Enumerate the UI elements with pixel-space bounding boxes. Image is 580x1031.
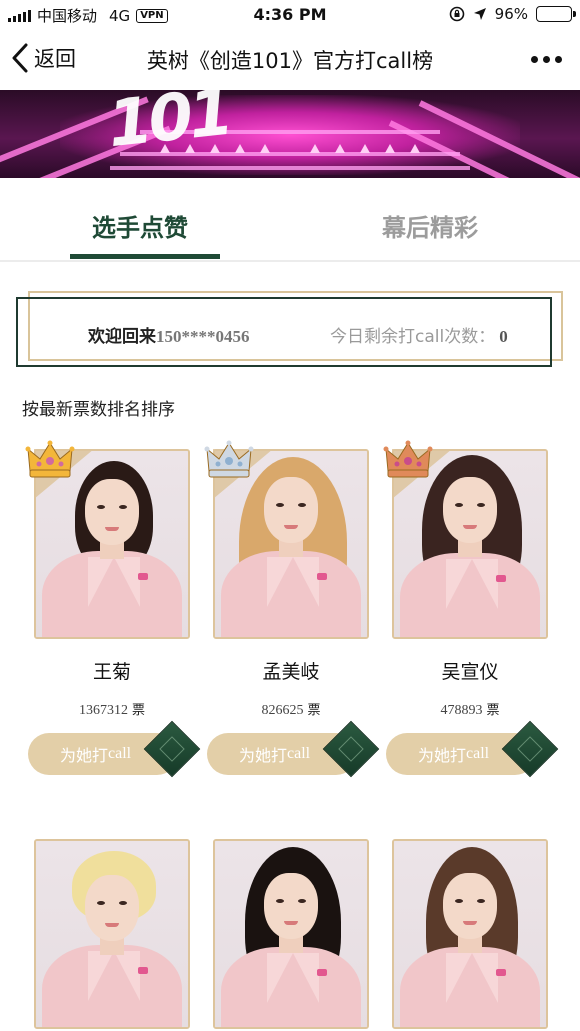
status-bar: 中国移动 4G VPN 4:36 PM 96% [0, 0, 580, 30]
back-button[interactable]: 返回 [10, 42, 76, 74]
call-button-prefix: 为她打 [418, 746, 467, 765]
vote-number: 1367312 [78, 703, 128, 718]
tab-behind-the-scenes[interactable]: 幕后精彩 [382, 208, 478, 243]
remaining-calls-label: 今日剩余打call次数： [330, 327, 496, 347]
rotation-lock-icon [449, 6, 464, 22]
vote-unit: 票 [486, 703, 500, 718]
tab-bar: 选手点赞 幕后精彩 [0, 178, 580, 262]
vote-count: 1367312 票 [24, 699, 200, 719]
user-phone: 150****0456 [156, 327, 250, 346]
contestant-photo[interactable] [34, 839, 190, 1029]
nav-bar: 返回 英树《创造101》官方打call榜 [0, 30, 580, 90]
vote-number: 478893 [440, 703, 483, 718]
contestant-card[interactable]: 孟美岐 826625 票为她打 call [203, 437, 383, 778]
show-banner-image: 101 [0, 90, 580, 178]
contestant-name: 王菊 [92, 661, 131, 683]
contestant-name: 吴宣仪 [441, 661, 499, 683]
welcome-message: 欢迎回来150****0456 [88, 322, 250, 347]
chevron-left-icon [12, 43, 28, 73]
vote-count: 826625 票 [203, 699, 379, 719]
call-button-prefix: 为她打 [60, 746, 109, 765]
app-page: 中国移动 4G VPN 4:36 PM 96% 返回 英树《创造101》官方打c… [0, 0, 580, 1031]
more-options-icon[interactable] [531, 56, 562, 63]
sort-description: 按最新票数排名排序 [22, 400, 175, 420]
remaining-calls: 今日剩余打call次数： 0 [330, 322, 508, 347]
vote-count: 478893 票 [382, 699, 558, 719]
status-right: 96% [449, 5, 576, 23]
page-title: 英树《创造101》官方打call榜 [146, 49, 434, 73]
contestant-card[interactable]: 王菊 1367312 票为她打 call [24, 437, 204, 778]
battery-percent: 96% [494, 5, 528, 23]
welcome-greeting: 欢迎回来 [88, 327, 156, 347]
call-button-prefix: 为她打 [239, 746, 288, 765]
vote-unit: 票 [131, 703, 145, 718]
call-button-suffix: call [466, 745, 490, 762]
tab-vote-contestants[interactable]: 选手点赞 [92, 208, 188, 243]
contestant-photo[interactable] [213, 839, 369, 1029]
contestant-card[interactable]: 吴宣仪 478893 票为她打 call [382, 437, 562, 778]
contestant-card[interactable] [382, 827, 562, 1031]
location-arrow-icon [473, 8, 486, 20]
contestant-card[interactable] [203, 827, 383, 1031]
vote-unit: 票 [307, 703, 321, 718]
back-label: 返回 [34, 47, 76, 71]
battery-icon [536, 6, 576, 22]
bronze-crown-icon [383, 440, 433, 478]
contestant-name: 孟美岐 [262, 661, 320, 683]
gold-crown-icon [25, 440, 75, 478]
contestant-photo[interactable] [392, 839, 548, 1029]
call-button-suffix: call [108, 745, 132, 762]
show-logo: 101 [104, 90, 234, 163]
remaining-calls-count: 0 [499, 327, 508, 346]
silver-crown-icon [204, 440, 254, 478]
call-button-suffix: call [287, 745, 311, 762]
active-tab-indicator [70, 254, 220, 259]
contestant-card[interactable] [24, 827, 204, 1031]
vote-number: 826625 [261, 703, 304, 718]
